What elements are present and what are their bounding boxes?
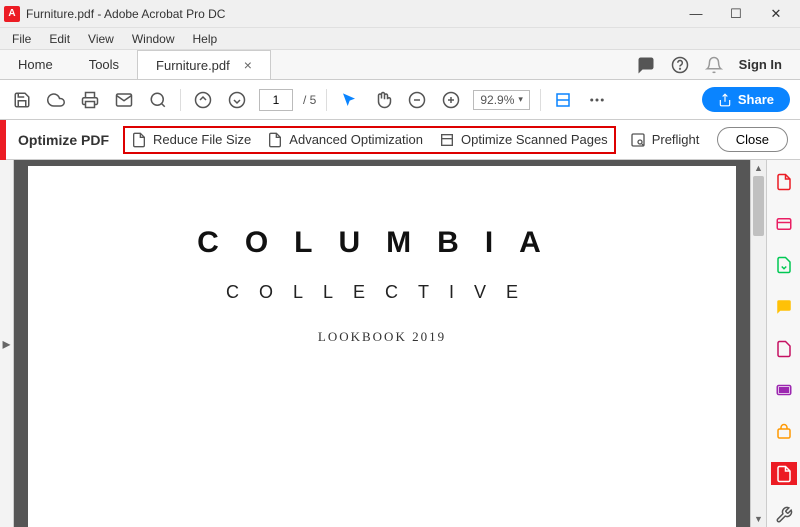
advanced-opt-icon [267,132,283,148]
tab-tools-label: Tools [89,57,119,72]
cloud-icon[interactable] [44,88,68,112]
zoom-level-dropdown[interactable]: 92.9% ▾ [473,90,530,110]
help-icon[interactable] [671,56,689,74]
sign-in-link[interactable]: Sign In [739,57,782,72]
more-tools-icon[interactable] [771,503,797,527]
organize-pages-icon[interactable] [771,337,797,361]
tab-home-label: Home [18,57,53,72]
menu-help[interactable]: Help [185,30,226,48]
chevron-down-icon: ▾ [518,94,523,105]
main-toolbar: / 5 92.9% ▾ Share [0,80,800,120]
comment-icon[interactable] [771,295,797,319]
zoom-value-label: 92.9% [480,93,514,107]
optimize-accent-strip [0,120,6,160]
tab-home[interactable]: Home [0,50,71,79]
window-titlebar: A Furniture.pdf - Adobe Acrobat Pro DC —… [0,0,800,28]
page-down-icon[interactable] [225,88,249,112]
vertical-scrollbar[interactable]: ▲ ▼ [750,160,766,527]
print-icon[interactable] [78,88,102,112]
save-icon[interactable] [10,88,34,112]
advanced-optimization-label: Advanced Optimization [289,132,423,147]
pointer-icon[interactable] [337,88,361,112]
acrobat-app-icon: A [4,6,20,22]
doc-heading-1: COLUMBIA [68,226,696,260]
window-maximize-button[interactable]: ☐ [716,0,756,28]
optimize-scanned-button[interactable]: Optimize Scanned Pages [439,132,608,148]
advanced-optimization-button[interactable]: Advanced Optimization [267,132,423,148]
page-total-label: / 5 [303,93,316,107]
tab-bar: Home Tools Furniture.pdf × Sign In [0,50,800,80]
optimize-toolbar: Optimize PDF Reduce File Size Advanced O… [0,120,800,160]
share-button[interactable]: Share [702,87,790,112]
mail-icon[interactable] [112,88,136,112]
optimize-close-button[interactable]: Close [717,127,788,152]
window-title: Furniture.pdf - Adobe Acrobat Pro DC [26,7,225,21]
create-pdf-icon[interactable] [771,170,797,194]
doc-heading-2: COLLECTIVE [68,282,696,303]
document-area[interactable]: COLUMBIA COLLECTIVE LOOKBOOK 2019 INSPIR… [14,160,750,527]
tab-close-icon[interactable]: × [244,57,252,73]
scanned-pages-icon [439,132,455,148]
preflight-icon [630,132,646,148]
pdf-page: COLUMBIA COLLECTIVE LOOKBOOK 2019 INSPIR… [28,166,736,527]
page-up-icon[interactable] [191,88,215,112]
tab-document[interactable]: Furniture.pdf × [137,50,271,79]
optimize-scanned-label: Optimize Scanned Pages [461,132,608,147]
menu-file[interactable]: File [4,30,39,48]
more-icon[interactable] [585,88,609,112]
menu-bar: File Edit View Window Help [0,28,800,50]
menu-view[interactable]: View [80,30,122,48]
optimize-title: Optimize PDF [18,132,109,148]
menu-edit[interactable]: Edit [41,30,78,48]
window-minimize-button[interactable]: — [676,0,716,28]
export-pdf-icon[interactable] [771,253,797,277]
optimize-pdf-icon[interactable] [771,462,797,486]
search-icon[interactable] [146,88,170,112]
bell-icon[interactable] [705,56,723,74]
fit-width-icon[interactable] [551,88,575,112]
hand-icon[interactable] [371,88,395,112]
preflight-label: Preflight [652,132,700,147]
protect-icon[interactable] [771,420,797,444]
document-viewport: ▸ COLUMBIA COLLECTIVE LOOKBOOK 2019 INSP… [0,160,766,527]
edit-pdf-icon[interactable] [771,212,797,236]
optimize-highlight-box: Reduce File Size Advanced Optimization O… [123,126,616,154]
reduce-file-size-button[interactable]: Reduce File Size [131,132,251,148]
doc-heading-3: LOOKBOOK 2019 [68,329,696,345]
zoom-in-icon[interactable] [439,88,463,112]
zoom-out-icon[interactable] [405,88,429,112]
window-close-button[interactable]: ✕ [756,0,796,28]
share-button-label: Share [738,92,774,107]
tab-tools[interactable]: Tools [71,50,137,79]
right-tools-rail [766,160,800,527]
chat-icon[interactable] [637,56,655,74]
menu-window[interactable]: Window [124,30,183,48]
page-number-input[interactable] [259,89,293,111]
scroll-up-icon[interactable]: ▲ [751,160,766,176]
share-upload-icon [718,93,732,107]
scroll-down-icon[interactable]: ▼ [751,511,766,527]
scroll-thumb[interactable] [753,176,764,236]
tab-document-label: Furniture.pdf [156,58,230,73]
left-panel-toggle[interactable]: ▸ [0,160,14,527]
reduce-file-icon [131,132,147,148]
redact-icon[interactable] [771,378,797,402]
reduce-file-size-label: Reduce File Size [153,132,251,147]
preflight-button[interactable]: Preflight [630,132,700,148]
